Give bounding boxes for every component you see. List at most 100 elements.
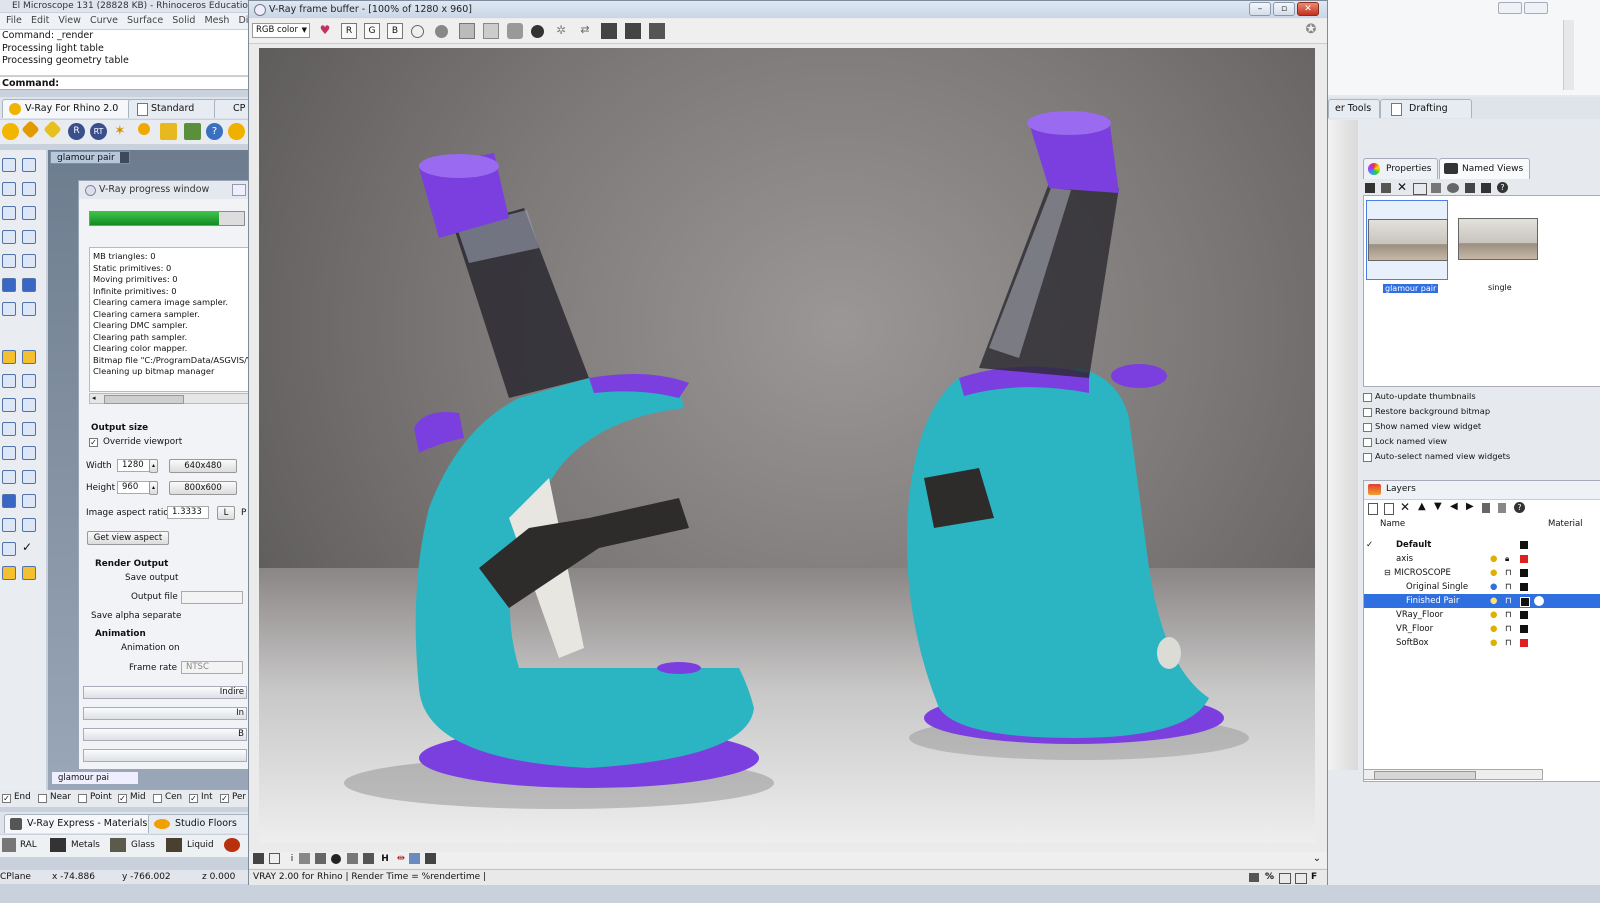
- compare-icon[interactable]: ⇹: [393, 852, 409, 868]
- join-icon[interactable]: [2, 470, 16, 484]
- fillet-icon[interactable]: [22, 254, 36, 268]
- ral-label[interactable]: RAL: [20, 840, 37, 850]
- lut-icon[interactable]: [363, 853, 374, 864]
- unlock-icon[interactable]: ⊓: [1505, 636, 1512, 650]
- name-column-header[interactable]: Name: [1380, 519, 1405, 529]
- material-editor-icon[interactable]: [2, 123, 19, 140]
- solid-icon[interactable]: [22, 278, 36, 292]
- menu-surface[interactable]: Surface: [127, 15, 163, 26]
- delete-layer-icon[interactable]: ✕: [1400, 500, 1410, 514]
- preset-640-button[interactable]: 640x480: [169, 459, 237, 473]
- thumbnail-icon[interactable]: [1465, 183, 1475, 193]
- color-picker-icon[interactable]: ♥: [317, 23, 333, 39]
- grid-view-icon[interactable]: [1481, 183, 1491, 193]
- metals-label[interactable]: Metals: [71, 840, 100, 850]
- layer-color-swatch[interactable]: [1520, 639, 1528, 647]
- help-icon[interactable]: ?: [1497, 182, 1508, 193]
- options-2-icon[interactable]: [43, 120, 62, 139]
- layer-color-swatch[interactable]: [1520, 611, 1528, 619]
- light-bulb-icon[interactable]: ●: [1490, 552, 1497, 566]
- tab-named-views[interactable]: Named Views: [1439, 158, 1531, 179]
- tab-vray-express-materials[interactable]: V-Ray Express - Materials: [4, 814, 164, 833]
- menu-solid[interactable]: Solid: [172, 15, 195, 26]
- osnap-per-checkbox[interactable]: ✓: [220, 794, 229, 803]
- layer-row-vray-floor[interactable]: VRay_Floor ● ⊓: [1364, 608, 1600, 622]
- layer-color-swatch[interactable]: [1520, 569, 1528, 577]
- tab-vray-for-rhino[interactable]: V-Ray For Rhino 2.0: [2, 99, 146, 118]
- lens-effects-icon[interactable]: [269, 853, 280, 864]
- viewport-title-tab[interactable]: glamour pair: [50, 151, 130, 164]
- grid-icon[interactable]: [2, 518, 16, 532]
- rectangle-icon[interactable]: [2, 230, 16, 244]
- tab-drafting[interactable]: Drafting: [1380, 99, 1472, 118]
- restore-background-checkbox[interactable]: [1363, 408, 1372, 417]
- unlock-icon[interactable]: ⊓: [1505, 566, 1512, 580]
- rollout-more[interactable]: [83, 749, 247, 762]
- select-icon[interactable]: [2, 158, 16, 172]
- red-channel-button[interactable]: R: [341, 23, 357, 39]
- split-icon[interactable]: [22, 446, 36, 460]
- settings-gear-icon[interactable]: [228, 123, 245, 140]
- light-bulb-icon[interactable]: ●: [1490, 580, 1497, 594]
- light-bulb-icon[interactable]: ●: [1490, 622, 1497, 636]
- fullscreen-icon[interactable]: [1295, 873, 1307, 884]
- save-all-icon[interactable]: [483, 23, 499, 39]
- ab-compare-icon[interactable]: [409, 853, 420, 864]
- ies-light-icon[interactable]: [184, 123, 201, 140]
- scale-icon[interactable]: [22, 398, 36, 412]
- loft-icon[interactable]: [22, 302, 36, 316]
- surface-icon[interactable]: [2, 278, 16, 292]
- curve-icon[interactable]: [22, 230, 36, 244]
- save-view-icon[interactable]: [1365, 183, 1375, 193]
- tab-render-tools[interactable]: er Tools: [1328, 99, 1380, 118]
- omni-light-icon[interactable]: [138, 123, 150, 135]
- named-view-single[interactable]: single: [1458, 200, 1538, 292]
- log-horizontal-scrollbar[interactable]: ◂: [89, 393, 249, 404]
- light-bulb-icon[interactable]: ●: [1490, 566, 1497, 580]
- open-view-icon[interactable]: [1413, 183, 1427, 195]
- light-bulb-icon[interactable]: ●: [1490, 594, 1497, 608]
- command-prompt[interactable]: Command:: [0, 76, 250, 90]
- save-alpha-label[interactable]: Save alpha separate: [91, 611, 181, 621]
- unlock-icon[interactable]: ⊓: [1505, 622, 1512, 636]
- preset-800-button[interactable]: 800x600: [169, 481, 237, 495]
- layer-color-swatch[interactable]: [1520, 583, 1528, 591]
- unlock-icon[interactable]: ⊓: [1505, 608, 1512, 622]
- expand-toolbar-icon[interactable]: ⌄: [1309, 852, 1325, 868]
- scroll-thumb[interactable]: [1374, 771, 1476, 780]
- vertical-scrollbar[interactable]: [1563, 20, 1574, 90]
- layer-row-original-single[interactable]: Original Single ● ⊓: [1364, 580, 1600, 594]
- glass-swatch-icon[interactable]: [110, 838, 126, 852]
- render-icon[interactable]: R: [68, 123, 85, 140]
- light-bulb-icon[interactable]: ●: [1490, 636, 1497, 650]
- ral-swatch-icon[interactable]: [2, 838, 16, 852]
- cplane-label[interactable]: CPlane: [0, 870, 31, 884]
- show-history-icon[interactable]: [253, 853, 264, 864]
- override-viewport-checkbox[interactable]: ✓: [89, 438, 98, 447]
- offset-icon[interactable]: [2, 254, 16, 268]
- scroll-left-icon[interactable]: ◂: [92, 394, 96, 402]
- info-icon[interactable]: i: [284, 852, 300, 868]
- sun-light-icon[interactable]: ✶: [114, 123, 131, 140]
- copy-icon[interactable]: [22, 374, 36, 388]
- status-icon[interactable]: [1249, 873, 1259, 882]
- unlock-icon[interactable]: ⊓: [1505, 594, 1512, 608]
- show-widget-checkbox[interactable]: [1363, 423, 1372, 432]
- move-up-icon[interactable]: ▲: [1418, 501, 1426, 512]
- minimize-button[interactable]: [1498, 2, 1522, 14]
- tab-standard[interactable]: Standard: [128, 99, 228, 118]
- move-down-icon[interactable]: ▼: [1434, 501, 1442, 512]
- options-icon[interactable]: [21, 120, 40, 139]
- rotate-icon[interactable]: [2, 398, 16, 412]
- green-channel-button[interactable]: G: [364, 23, 380, 39]
- maximize-button[interactable]: ▫: [1273, 2, 1295, 16]
- layer-row-default[interactable]: ✓ Default: [1364, 538, 1600, 552]
- help-icon[interactable]: ?: [1514, 502, 1525, 513]
- move-in-icon[interactable]: ▶: [1466, 501, 1474, 512]
- lock-named-view-checkbox[interactable]: [1363, 438, 1372, 447]
- osnap-cen-checkbox[interactable]: [153, 794, 162, 803]
- save-output-label[interactable]: Save output: [125, 573, 178, 583]
- edit-view-icon[interactable]: [1381, 183, 1391, 193]
- osnap-mid-checkbox[interactable]: ✓: [118, 794, 127, 803]
- blue-channel-button[interactable]: B: [387, 23, 403, 39]
